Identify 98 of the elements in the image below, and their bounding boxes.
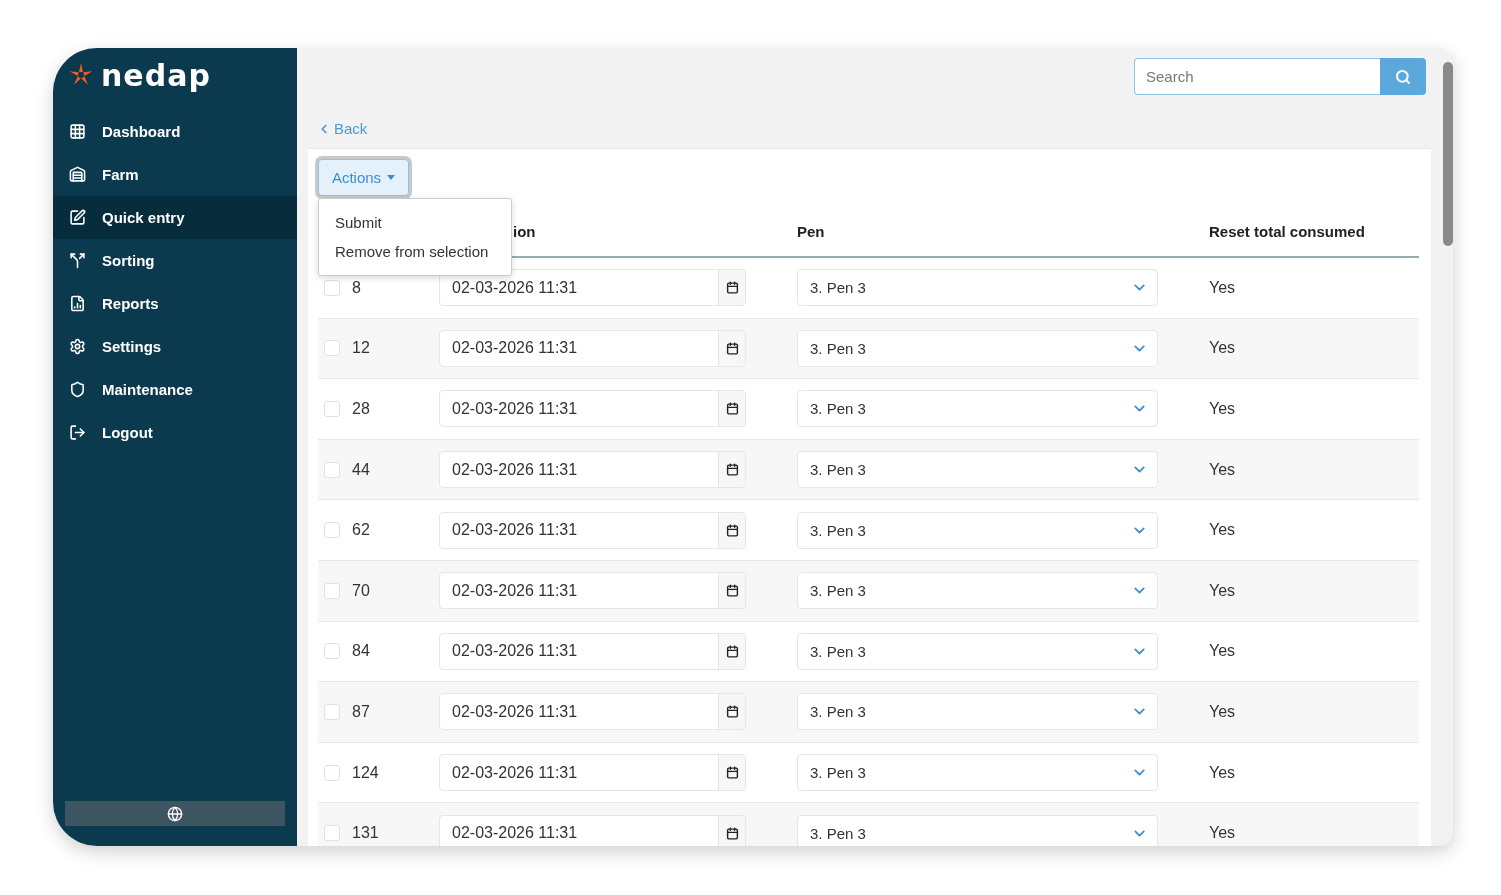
table-cell-text: Yes xyxy=(1209,460,1237,479)
calendar-button[interactable] xyxy=(718,694,745,730)
table-cell-text: Yes xyxy=(1209,521,1237,540)
date-field[interactable]: 02-03-2026 11:31 xyxy=(439,693,746,731)
column-header: ion xyxy=(512,223,537,240)
table-cell-text: 28 xyxy=(352,400,371,418)
column-header: Pen xyxy=(797,223,826,240)
logo-text: nedap xyxy=(101,57,211,93)
date-field[interactable]: 02-03-2026 11:31 xyxy=(439,511,746,549)
calendar-icon xyxy=(725,705,739,719)
pen-select[interactable]: 3. Pen 3 xyxy=(797,754,1158,792)
table-cell-text: 44 xyxy=(352,460,371,479)
table-cell-text: Yes xyxy=(1209,339,1237,358)
row-checkbox[interactable] xyxy=(324,582,340,599)
calendar-icon xyxy=(725,766,739,780)
scrollbar[interactable] xyxy=(1443,62,1453,246)
table-cell-text: Yes xyxy=(1209,763,1237,782)
date-field[interactable]: 02-03-2026 11:31 xyxy=(439,269,746,307)
nav-item[interactable]: Quick entry xyxy=(53,196,297,239)
table-cell-text: 87 xyxy=(352,702,371,721)
row-checkbox[interactable] xyxy=(324,279,340,296)
table-cell-text: Yes xyxy=(1209,581,1237,600)
pen-select[interactable]: 3. Pen 3 xyxy=(797,632,1158,670)
pen-select[interactable]: 3. Pen 3 xyxy=(797,329,1158,367)
pen-select[interactable]: 3. Pen 3 xyxy=(797,511,1158,549)
row-checkbox[interactable] xyxy=(324,522,340,539)
table-cell-text: Yes xyxy=(1209,642,1237,661)
search-icon xyxy=(1395,68,1411,85)
shield-icon xyxy=(69,381,86,398)
calendar-button[interactable] xyxy=(718,452,745,488)
calendar-button[interactable] xyxy=(718,633,745,669)
calendar-button[interactable] xyxy=(718,573,745,609)
pen-select[interactable]: 3. Pen 3 xyxy=(797,390,1158,428)
fork-icon xyxy=(69,252,86,269)
table-cell-text: Yes xyxy=(1209,702,1237,721)
date-field[interactable]: 02-03-2026 11:31 xyxy=(439,814,746,846)
search-field[interactable]: Search xyxy=(1134,58,1380,95)
house-icon xyxy=(69,166,86,183)
date-field[interactable]: 02-03-2026 11:31 xyxy=(439,390,746,428)
row-checkbox[interactable] xyxy=(324,461,340,478)
pen-select[interactable]: 3. Pen 3 xyxy=(797,451,1158,489)
nav-item[interactable]: Reports xyxy=(53,282,297,325)
calendar-icon xyxy=(725,402,739,416)
date-field[interactable]: 02-03-2026 11:31 xyxy=(439,451,746,489)
table-cell-text: 62 xyxy=(352,521,371,540)
row-checkbox[interactable] xyxy=(324,825,340,842)
table-cell-text: Yes xyxy=(1209,278,1237,297)
calendar-icon xyxy=(725,281,739,295)
nav-item[interactable]: Sorting xyxy=(53,239,297,282)
pen-select[interactable]: 3. Pen 3 xyxy=(797,814,1158,846)
row-checkbox[interactable] xyxy=(324,401,340,417)
table-cell-text: 12 xyxy=(352,339,371,358)
edit-icon xyxy=(69,209,86,226)
nav-item[interactable]: Logout xyxy=(53,411,297,454)
table-cell-text: 124 xyxy=(352,763,380,782)
settings-icon xyxy=(69,338,86,355)
menu-item[interactable]: Submit xyxy=(319,208,511,237)
table-cell-text: Yes xyxy=(1209,400,1237,418)
row-checkbox[interactable] xyxy=(324,703,340,720)
nav-item[interactable]: Maintenance xyxy=(53,368,297,411)
calendar-icon xyxy=(725,644,739,658)
pen-select[interactable]: 3. Pen 3 xyxy=(797,572,1158,610)
table-cell-text: 84 xyxy=(352,642,371,661)
nav-item[interactable]: Dashboard xyxy=(53,110,297,153)
calendar-button[interactable] xyxy=(718,330,745,366)
globe-icon xyxy=(167,805,183,822)
date-field[interactable]: 02-03-2026 11:31 xyxy=(439,572,746,610)
calendar-button[interactable] xyxy=(718,270,745,306)
table-cell-text: 131 xyxy=(352,824,380,843)
language-button[interactable] xyxy=(65,801,285,826)
date-field[interactable]: 02-03-2026 11:31 xyxy=(439,329,746,367)
document-icon xyxy=(69,295,86,312)
calendar-icon xyxy=(725,584,739,598)
menu-item[interactable]: Remove from selection xyxy=(319,237,511,266)
search-button[interactable] xyxy=(1380,58,1426,95)
date-field[interactable]: 02-03-2026 11:31 xyxy=(439,754,746,792)
calendar-icon xyxy=(725,341,739,355)
table-cell-text: Yes xyxy=(1209,824,1237,843)
calendar-icon xyxy=(725,463,739,477)
pen-select[interactable]: 3. Pen 3 xyxy=(797,269,1158,307)
column-header: Reset total consumed xyxy=(1209,223,1366,240)
calendar-button[interactable] xyxy=(718,755,745,791)
nav-item[interactable]: Farm xyxy=(53,153,297,196)
date-field[interactable]: 02-03-2026 11:31 xyxy=(439,632,746,670)
calendar-button[interactable] xyxy=(718,391,745,427)
row-checkbox[interactable] xyxy=(324,764,340,781)
table-cell-text: 8 xyxy=(352,278,362,297)
calendar-button[interactable] xyxy=(718,512,745,548)
logout-icon xyxy=(69,424,86,441)
nav-item[interactable]: Settings xyxy=(53,325,297,368)
row-checkbox[interactable] xyxy=(324,340,340,357)
pen-select[interactable]: 3. Pen 3 xyxy=(797,693,1158,731)
calendar-button[interactable] xyxy=(718,815,745,846)
table-cell-text: 70 xyxy=(352,581,371,600)
calendar-icon xyxy=(725,826,739,840)
row-checkbox[interactable] xyxy=(324,643,340,660)
grid-icon xyxy=(69,123,86,140)
calendar-icon xyxy=(725,523,739,537)
